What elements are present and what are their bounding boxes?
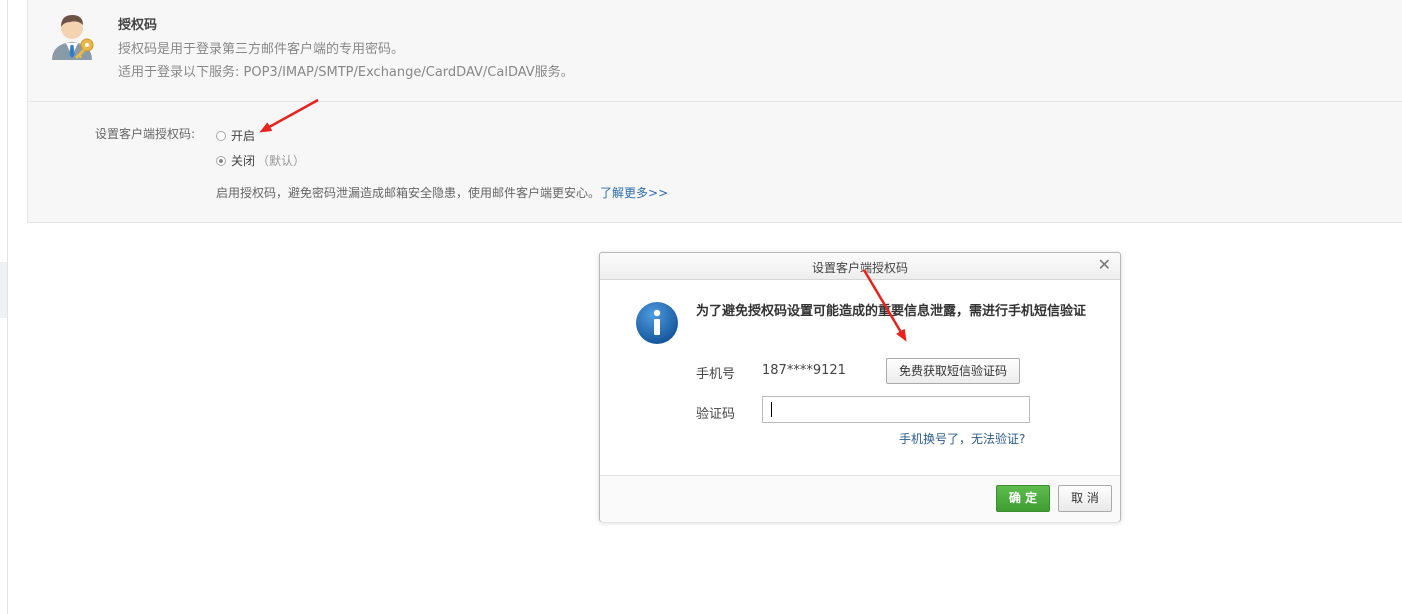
code-label: 验证码 xyxy=(696,407,736,422)
phone-label: 手机号 xyxy=(696,367,736,382)
panel-header: 授权码 授权码是用于登录第三方邮件客户端的专用密码。 适用于登录以下服务: PO… xyxy=(28,0,1402,102)
panel-services: 适用于登录以下服务: POP3/IMAP/SMTP/Exchange/CardD… xyxy=(118,65,574,80)
confirm-button[interactable]: 确 定 xyxy=(996,485,1050,512)
dialog-footer: 确 定 取 消 xyxy=(600,475,1120,522)
left-sidebar-edge xyxy=(0,0,8,614)
get-sms-code-button[interactable]: 免费获取短信验证码 xyxy=(886,358,1020,384)
verification-code-input[interactable] xyxy=(762,396,1030,423)
text-caret xyxy=(771,402,772,417)
radio-off[interactable] xyxy=(216,155,226,166)
learn-more-link[interactable]: 了解更多>> xyxy=(600,186,668,200)
radio-on-label: 开启 xyxy=(231,129,256,143)
dialog-title-bar: 设置客户端授权码 ✕ xyxy=(600,253,1120,280)
default-tag: （默认） xyxy=(257,154,306,168)
user-key-icon xyxy=(52,15,94,60)
panel-title: 授权码 xyxy=(118,18,158,33)
auth-code-setting-label: 设置客户端授权码: xyxy=(95,127,196,141)
radio-option-on[interactable]: 开启 xyxy=(216,127,255,144)
close-icon[interactable]: ✕ xyxy=(1098,256,1111,274)
radio-off-label: 关闭 xyxy=(231,154,256,168)
panel-description: 授权码是用于登录第三方邮件客户端的专用密码。 xyxy=(118,42,405,57)
dialog-title: 设置客户端授权码 xyxy=(811,261,908,275)
radio-option-off[interactable]: 关闭 （默认） xyxy=(216,152,305,169)
auth-code-panel: 授权码 授权码是用于登录第三方邮件客户端的专用密码。 适用于登录以下服务: PO… xyxy=(27,0,1402,223)
info-icon xyxy=(636,302,678,344)
auth-code-hint: 启用授权码，避免密码泄漏造成邮箱安全隐患，使用邮件客户端更安心。了解更多>> xyxy=(216,184,668,201)
hint-text: 启用授权码，避免密码泄漏造成邮箱安全隐患，使用邮件客户端更安心。 xyxy=(216,186,601,200)
sidebar-scroll-marker xyxy=(0,262,7,318)
radio-on[interactable] xyxy=(216,130,226,141)
cant-verify-link[interactable]: 手机换号了，无法验证? xyxy=(899,430,1025,447)
verify-message: 为了避免授权码设置可能造成的重要信息泄露，需进行手机短信验证 xyxy=(696,304,1087,319)
phone-number: 187****9121 xyxy=(762,363,846,378)
cancel-button[interactable]: 取 消 xyxy=(1058,485,1112,512)
sms-verify-dialog: 设置客户端授权码 ✕ 为了避免授权码设置可能造成的重要信息泄露，需进行手机短信验… xyxy=(599,252,1121,522)
